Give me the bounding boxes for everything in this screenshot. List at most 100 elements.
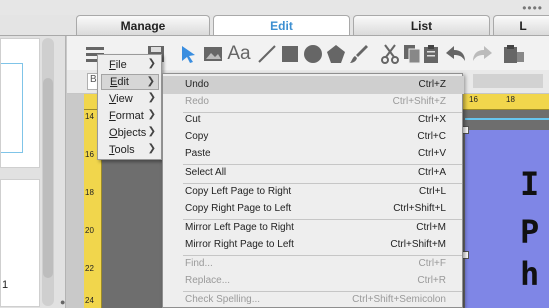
chevron-right-icon: ❯ <box>147 126 156 137</box>
circle-icon[interactable] <box>303 44 323 64</box>
menu-item-shortcut: Ctrl+Shift+L <box>393 203 446 214</box>
menu-item-label: Find... <box>185 258 213 269</box>
menu-item-label: Mirror Right Page to Left <box>185 239 294 250</box>
menu-item-copy-right-to-left[interactable]: Copy Right Page to Left Ctrl+Shift+L <box>163 200 464 218</box>
ruler-number: 18 <box>85 188 94 197</box>
menu-item-label: Check Spelling... <box>185 294 261 305</box>
menu-item-undo[interactable]: Undo Ctrl+Z <box>163 76 464 94</box>
menu-item-shortcut: Ctrl+Shift+Z <box>392 96 446 107</box>
menu-item-paste[interactable]: Paste Ctrl+V <box>163 145 464 163</box>
ruler-number: 14 <box>85 112 94 121</box>
menu-item-shortcut: Ctrl+R <box>417 275 446 286</box>
chevron-right-icon: ❯ <box>147 58 156 69</box>
menu-item-replace[interactable]: Replace... Ctrl+R <box>163 272 464 290</box>
title-strip: •••• <box>0 0 549 15</box>
picture-icon[interactable] <box>203 44 223 64</box>
menu-item-label: Redo <box>185 96 209 107</box>
menu-item-tools[interactable]: Tools ❯ <box>101 142 159 158</box>
page-list-scrollbar[interactable] <box>42 38 54 306</box>
thumbnail-frame <box>1 63 23 153</box>
tab-list[interactable]: List <box>353 15 490 36</box>
menu-item-label: View <box>109 93 133 105</box>
ruler-number: 20 <box>85 226 94 235</box>
page-number: 1 <box>2 279 9 291</box>
canvas-text[interactable]: I <box>520 168 539 200</box>
menu-item-shortcut: Ctrl+A <box>417 167 446 178</box>
canvas-text[interactable]: h <box>520 258 539 290</box>
menu-item-format[interactable]: Format ❯ <box>101 108 159 124</box>
menu-item-label: Tools <box>109 144 135 156</box>
tab-manage[interactable]: Manage <box>76 15 210 36</box>
guide-line <box>465 118 549 120</box>
menu-item-label: Undo <box>185 79 209 90</box>
menu-item-shortcut: Ctrl+X <box>417 114 446 125</box>
menu-item-label: Copy Left Page to Right <box>185 186 292 197</box>
panel-dot-icon: ● <box>60 297 66 307</box>
main-menu: File ❯ Edit ❯ View ❯ Format ❯ Objects ❯ Tools… <box>97 54 162 160</box>
line-icon[interactable] <box>257 44 277 64</box>
menu-item-label: Objects <box>109 127 147 139</box>
menu-item-objects[interactable]: Objects ❯ <box>101 125 159 141</box>
ruler-number: 16 <box>469 95 478 104</box>
chevron-right-icon: ❯ <box>147 92 156 103</box>
ruler-number: 18 <box>506 95 515 104</box>
menu-item-label: Select All <box>185 167 227 178</box>
page-thumbnail[interactable] <box>0 38 40 168</box>
menu-item-cut[interactable]: Cut Ctrl+X <box>163 111 464 129</box>
menu-item-shortcut: Ctrl+F <box>418 258 447 269</box>
redo-icon[interactable] <box>471 44 493 64</box>
menu-item-label: Copy <box>185 131 209 142</box>
tab-more[interactable]: L <box>493 15 549 36</box>
menu-item-label: Mirror Left Page to Right <box>185 222 294 233</box>
menu-item-shortcut: Ctrl+Shift+Semicolon <box>352 294 446 305</box>
canvas-text[interactable]: P <box>520 216 539 248</box>
menu-item-shortcut: Ctrl+Z <box>418 79 447 90</box>
menu-item-shortcut: Ctrl+M <box>416 222 446 233</box>
paste-icon[interactable] <box>423 44 441 64</box>
ruler-number: 22 <box>85 264 94 273</box>
brush-icon[interactable] <box>349 44 369 64</box>
cut-icon[interactable] <box>381 44 399 64</box>
ruler-number: 16 <box>85 150 94 159</box>
edit-submenu: Undo Ctrl+Z Redo Ctrl+Shift+Z Cut Ctrl+X Co… <box>162 73 464 308</box>
menu-item-file[interactable]: File ❯ <box>101 57 159 73</box>
format-buttons[interactable] <box>473 74 543 88</box>
menu-item-redo[interactable]: Redo Ctrl+Shift+Z <box>163 93 464 111</box>
menu-item-label: Replace... <box>185 275 231 286</box>
scrollbar-thumb[interactable] <box>43 78 53 278</box>
menu-item-select-all[interactable]: Select All Ctrl+A <box>163 164 464 182</box>
menu-item-label: Edit <box>110 76 129 88</box>
copy-icon[interactable] <box>403 44 421 64</box>
menu-item-shortcut: Ctrl+L <box>419 186 446 197</box>
menu-item-copy-left-to-right[interactable]: Copy Left Page to Right Ctrl+L <box>163 183 464 201</box>
menu-item-edit[interactable]: Edit ❯ <box>101 74 159 90</box>
ruler-number: 24 <box>85 296 94 305</box>
tab-edit[interactable]: Edit <box>213 15 350 36</box>
menu-item-shortcut: Ctrl+C <box>417 131 446 142</box>
menu-item-shortcut: Ctrl+V <box>417 148 446 159</box>
menu-item-label: Paste <box>185 148 211 159</box>
menu-item-check-spelling[interactable]: Check Spelling... Ctrl+Shift+Semicolon <box>163 291 464 308</box>
menu-item-find[interactable]: Find... Ctrl+F <box>163 255 464 273</box>
menu-item-mirror-left-to-right[interactable]: Mirror Left Page to Right Ctrl+M <box>163 219 464 237</box>
undo-icon[interactable] <box>445 44 467 64</box>
tab-label: Edit <box>270 19 293 33</box>
page-list-panel: 1 <box>0 36 66 308</box>
more-dots-icon[interactable]: •••• <box>522 1 543 15</box>
tab-label: L <box>519 19 527 33</box>
menu-item-mirror-right-to-left[interactable]: Mirror Right Page to Left Ctrl+Shift+M <box>163 236 464 254</box>
menu-item-shortcut: Ctrl+Shift+M <box>390 239 446 250</box>
menu-item-view[interactable]: View ❯ <box>101 91 159 107</box>
rectangle-icon[interactable] <box>281 44 299 64</box>
pentagon-icon[interactable] <box>326 44 346 64</box>
chevron-right-icon: ❯ <box>147 143 156 154</box>
menu-item-label: File <box>109 59 127 71</box>
menu-item-label: Format <box>109 110 144 122</box>
menu-item-copy[interactable]: Copy Ctrl+C <box>163 128 464 146</box>
paste-special-icon[interactable] <box>503 44 525 64</box>
tab-label: Manage <box>120 19 166 33</box>
pointer-icon[interactable] <box>179 44 199 64</box>
menu-item-label: Copy Right Page to Left <box>185 203 292 214</box>
text-icon[interactable]: Aa <box>226 43 252 64</box>
chevron-right-icon: ❯ <box>147 109 156 120</box>
